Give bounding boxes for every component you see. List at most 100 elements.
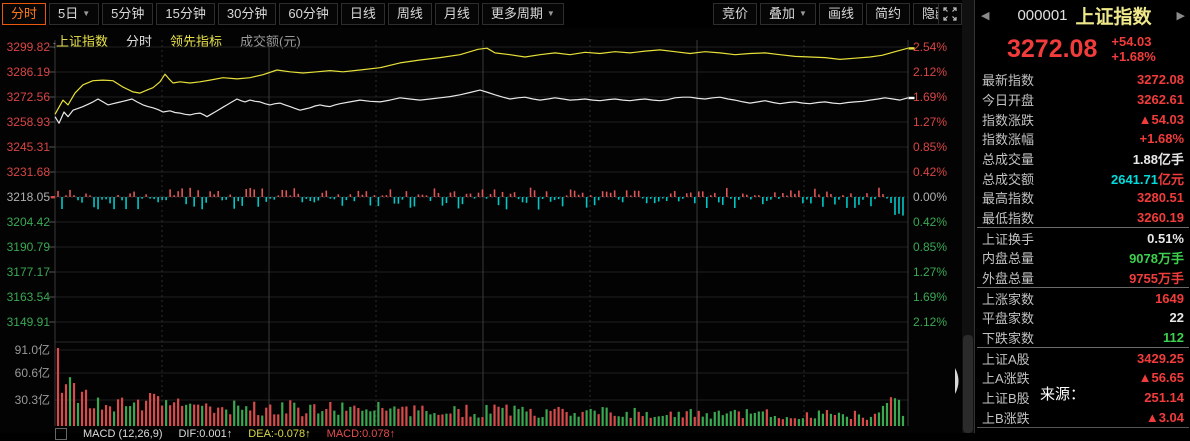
quote-row-今日开盘: 今日开盘 3262.61 <box>977 90 1189 110</box>
period-button-月线[interactable]: 月线 <box>434 3 479 25</box>
macd-settings-icon[interactable] <box>55 428 67 440</box>
period-toolbar: 分时 5日 ▼ 5分钟 15分钟 30分钟 60分钟 日线 周线 月线 更多周期 ▼ 竞价 叠加 ▼ 画线简… <box>0 0 965 28</box>
quote-row-value: 2641.71亿元 <box>1110 171 1184 187</box>
button-label: 月线 <box>443 6 470 21</box>
change-value: +54.03 <box>1111 34 1152 49</box>
quote-row-value: 9755万手 <box>1129 271 1184 287</box>
quote-row-value: 112 <box>1163 330 1184 346</box>
quote-row-外盘总量: 外盘总量 9755万手 <box>977 268 1189 288</box>
quote-row-value: 3280.51 <box>1137 190 1184 206</box>
quote-row-指数涨跌: 指数涨跌 ▲54.03 <box>977 109 1189 129</box>
macd-dif-value: DIF:0.001↑ <box>178 428 233 440</box>
button-label: 15分钟 <box>165 6 206 21</box>
quote-row-label: 指数涨幅 <box>982 132 1035 148</box>
quote-row-label: 上B涨跌 <box>982 410 1030 426</box>
quote-row-指数涨幅: 指数涨幅 +1.68% <box>977 129 1189 149</box>
quote-row-label: 最新指数 <box>982 73 1035 89</box>
quote-row-unit: 亿元 <box>1157 171 1184 187</box>
quote-row-value: 3429.25 <box>1137 350 1184 366</box>
quote-row-value: 251.14 <box>1144 390 1184 406</box>
chevron-down-icon: ▼ <box>799 9 807 18</box>
quote-row-value: 1649 <box>1155 290 1184 306</box>
panel-collapse-handle[interactable] <box>954 368 963 394</box>
quote-row-label: 上证A股 <box>982 351 1030 367</box>
quote-row-上B涨跌: 上B涨跌 ▲3.04 <box>977 407 1189 427</box>
quote-row-value: 3260.19 <box>1137 210 1184 226</box>
collapse-arrow-icon <box>955 368 959 394</box>
quote-row-label: 今日开盘 <box>982 93 1035 108</box>
quote-row-value: 3272.08 <box>1137 72 1184 88</box>
quote-row-value: ▲3.04 <box>1145 409 1184 425</box>
macd-title: MACD (12,26,9) <box>83 428 163 440</box>
quote-row-下跌家数: 下跌家数 112 <box>977 328 1189 348</box>
button-label: 周线 <box>396 6 423 21</box>
macd-dea-value: DEA:-0.078↑ <box>248 428 311 440</box>
button-label: 5日 <box>58 6 79 21</box>
quote-row-label: 上涨家数 <box>982 291 1035 307</box>
macd-macd-value: MACD:0.078↑ <box>326 428 396 440</box>
period-button-15分钟[interactable]: 15分钟 <box>156 3 215 25</box>
chevron-down-icon: ▼ <box>82 9 91 18</box>
tool-button-竞价[interactable]: 竞价 <box>713 3 758 25</box>
quote-row-value: +1.68% <box>1139 131 1184 147</box>
last-price: 3272.08 <box>1007 34 1098 63</box>
chart-pane: 分时 5日 ▼ 5分钟 15分钟 30分钟 60分钟 日线 周线 月线 更多周期 ▼ 竞价 叠加 ▼ 画线简… <box>0 0 965 440</box>
period-button-5分钟[interactable]: 5分钟 <box>102 3 154 25</box>
button-label: 日线 <box>349 6 376 21</box>
quote-row-label: 外盘总量 <box>982 271 1035 287</box>
chevron-down-icon: ▼ <box>546 9 555 18</box>
change-percent: +1.68% <box>1111 49 1156 64</box>
tool-button-叠加[interactable]: 叠加 ▼ <box>760 3 816 25</box>
fullscreen-button[interactable] <box>938 3 962 25</box>
change-column: +54.03 +1.68% <box>1111 34 1155 64</box>
quote-row-内盘总量: 内盘总量 9078万手 <box>977 248 1189 268</box>
period-button-60分钟[interactable]: 60分钟 <box>279 3 338 25</box>
quote-row-label: 最高指数 <box>982 191 1035 207</box>
quote-row-上涨家数: 上涨家数 1649 <box>977 287 1189 308</box>
button-label: 画线 <box>827 6 854 21</box>
quote-row-最高指数: 最高指数 3280.51 <box>977 188 1189 208</box>
fullscreen-icon <box>943 7 957 21</box>
quote-row-label: 上证换手 <box>982 231 1035 247</box>
quote-row-label: 内盘总量 <box>982 251 1035 267</box>
quote-row-平盘家数: 平盘家数 22 <box>977 308 1189 328</box>
quote-row-value: ▲56.65 <box>1138 370 1184 386</box>
quote-row-label: 总成交量 <box>982 152 1035 168</box>
quote-row-value: 0.51% <box>1147 230 1184 246</box>
macd-indicator-row: MACD (12,26,9) DIF:0.001↑ DEA:-0.078↑ MA… <box>55 427 395 441</box>
period-button-分时[interactable]: 分时 <box>2 3 47 25</box>
quote-row-最新指数: 最新指数 3272.08 <box>977 70 1189 90</box>
quote-row-最低指数: 最低指数 3260.19 <box>977 208 1189 228</box>
intraday-chart[interactable] <box>0 28 962 433</box>
quote-row-上证A股: 上证A股 3429.25 <box>977 347 1189 368</box>
quote-panel: ◀ 000001 上证指数 ▶ 3272.08 +54.03 +1.68% 最新… <box>974 0 1190 433</box>
button-label: 简约 <box>874 6 901 21</box>
quote-row-value: 9078万手 <box>1129 251 1184 267</box>
quote-row-上证换手: 上证换手 0.51% <box>977 227 1189 248</box>
quote-row-value: 22 <box>1169 310 1184 326</box>
tool-button-简约[interactable]: 简约 <box>865 3 910 25</box>
stock-code: 000001 <box>1017 6 1068 24</box>
quote-row-value: 1.88亿手 <box>1132 152 1184 168</box>
button-label: 更多周期 <box>490 6 543 21</box>
period-button-周线[interactable]: 周线 <box>387 3 432 25</box>
period-button-5日[interactable]: 5日 ▼ <box>49 3 100 25</box>
button-label: 60分钟 <box>288 6 329 21</box>
prev-stock-arrow-icon[interactable]: ◀ <box>975 9 995 22</box>
period-button-group: 分时 5日 ▼ 5分钟 15分钟 30分钟 60分钟 日线 周线 月线 更多周期 ▼ <box>2 3 564 25</box>
button-label: 分时 <box>11 6 38 21</box>
button-label: 叠加 <box>769 6 796 21</box>
next-stock-arrow-icon[interactable]: ▶ <box>1171 9 1190 22</box>
quote-row-value: 3262.61 <box>1137 92 1184 107</box>
period-button-日线[interactable]: 日线 <box>340 3 385 25</box>
quote-row-总成交额: 总成交额 2641.71亿元 <box>977 168 1189 188</box>
scrollbar-thumb[interactable] <box>963 335 973 433</box>
quote-row-label: 上A涨跌 <box>982 371 1030 387</box>
quote-row-value: ▲54.03 <box>1138 111 1184 127</box>
tool-button-画线[interactable]: 画线 <box>818 3 863 25</box>
period-button-更多周期[interactable]: 更多周期 ▼ <box>481 3 564 25</box>
price-block: 3272.08 +54.03 +1.68% <box>975 30 1190 68</box>
quote-row-label: 指数涨跌 <box>982 112 1035 128</box>
period-button-30分钟[interactable]: 30分钟 <box>217 3 277 25</box>
quote-row-label: 平盘家数 <box>982 311 1035 327</box>
